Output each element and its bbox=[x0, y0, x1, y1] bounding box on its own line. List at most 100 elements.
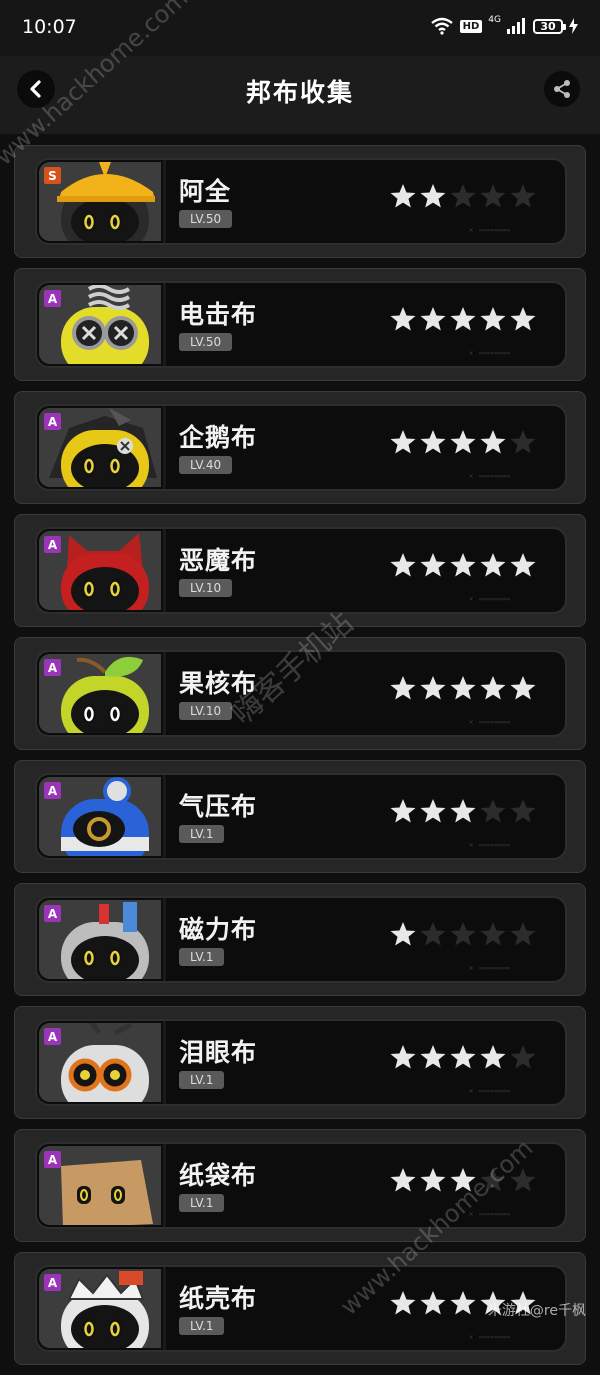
rank-badge: A bbox=[44, 413, 61, 430]
bangboo-portrait: A bbox=[39, 285, 161, 364]
star-filled-icon bbox=[420, 307, 446, 331]
bangboo-card-inner: A 恶魔布 LV.10 ✕ ▭▭▭▭▭▭ bbox=[35, 527, 567, 614]
bangboo-card[interactable]: A 气压布 LV.1 ✕ ▭▭▭▭▭▭ bbox=[14, 760, 586, 873]
rank-badge: A bbox=[44, 1274, 61, 1291]
star-filled-icon bbox=[510, 307, 536, 331]
star-empty-icon bbox=[450, 922, 476, 946]
bangboo-card[interactable]: A 恶魔布 LV.10 ✕ ▭▭▭▭▭▭ bbox=[14, 514, 586, 627]
share-icon bbox=[554, 80, 570, 98]
network-label: 4G bbox=[488, 15, 501, 25]
portrait-divider bbox=[163, 1021, 166, 1104]
bangboo-list: S 阿全 LV.50 ✕ ▭▭▭▭▭▭ A 电击布 LV.50 ✕ ▭▭▭▭▭▭… bbox=[14, 145, 586, 1375]
status-icons: HD 4G 30 bbox=[430, 15, 578, 35]
star-filled-icon bbox=[480, 430, 506, 454]
bangboo-portrait: A bbox=[39, 654, 161, 733]
bangboo-card[interactable]: A 电击布 LV.50 ✕ ▭▭▭▭▭▭ bbox=[14, 268, 586, 381]
rank-badge: A bbox=[44, 1151, 61, 1168]
portrait-divider bbox=[163, 898, 166, 981]
star-empty-icon bbox=[480, 922, 506, 946]
star-filled-icon bbox=[480, 553, 506, 577]
star-filled-icon bbox=[390, 307, 416, 331]
star-filled-icon bbox=[480, 1045, 506, 1069]
app-header: 邦布收集 bbox=[0, 56, 600, 134]
rank-badge: A bbox=[44, 659, 61, 676]
star-filled-icon bbox=[450, 1168, 476, 1192]
star-filled-icon bbox=[510, 676, 536, 700]
bangboo-level: LV.50 bbox=[179, 333, 233, 351]
decorative-pattern: ✕ ▭▭▭▭▭▭ bbox=[469, 841, 511, 849]
star-filled-icon bbox=[420, 676, 446, 700]
share-button[interactable] bbox=[544, 71, 580, 107]
star-filled-icon bbox=[420, 184, 446, 208]
bangboo-level: LV.50 bbox=[179, 210, 233, 228]
bangboo-level: LV.1 bbox=[179, 1317, 225, 1335]
star-filled-icon bbox=[420, 1168, 446, 1192]
portrait-divider bbox=[163, 283, 166, 366]
star-rating bbox=[389, 797, 537, 825]
star-rating bbox=[389, 551, 537, 579]
bangboo-card[interactable]: A 纸袋布 LV.1 ✕ ▭▭▭▭▭▭ bbox=[14, 1129, 586, 1242]
bangboo-card[interactable]: A 泪眼布 LV.1 ✕ ▭▭▭▭▭▭ bbox=[14, 1006, 586, 1119]
star-filled-icon bbox=[450, 553, 476, 577]
charging-icon bbox=[569, 18, 578, 34]
bangboo-name: 电击布 bbox=[179, 300, 258, 329]
decorative-pattern: ✕ ▭▭▭▭▭▭ bbox=[469, 595, 511, 603]
star-filled-icon bbox=[510, 553, 536, 577]
bangboo-card[interactable]: A 磁力布 LV.1 ✕ ▭▭▭▭▭▭ bbox=[14, 883, 586, 996]
bangboo-name: 阿全 bbox=[179, 177, 232, 206]
bangboo-card[interactable]: A 果核布 LV.10 ✕ ▭▭▭▭▭▭ bbox=[14, 637, 586, 750]
star-empty-icon bbox=[480, 184, 506, 208]
decorative-pattern: ✕ ▭▭▭▭▭▭ bbox=[469, 226, 511, 234]
bangboo-card-inner: A 电击布 LV.50 ✕ ▭▭▭▭▭▭ bbox=[35, 281, 567, 368]
bangboo-card-inner: A 果核布 LV.10 ✕ ▭▭▭▭▭▭ bbox=[35, 650, 567, 737]
star-filled-icon bbox=[450, 1045, 476, 1069]
bangboo-card[interactable]: A 企鹅布 LV.40 ✕ ▭▭▭▭▭▭ bbox=[14, 391, 586, 504]
bangboo-card-inner: A 纸袋布 LV.1 ✕ ▭▭▭▭▭▭ bbox=[35, 1142, 567, 1229]
star-filled-icon bbox=[390, 1291, 416, 1315]
star-filled-icon bbox=[450, 676, 476, 700]
bangboo-level: LV.10 bbox=[179, 579, 233, 597]
bangboo-name: 磁力布 bbox=[179, 915, 258, 944]
decorative-pattern: ✕ ▭▭▭▭▭▭ bbox=[469, 1333, 511, 1341]
bangboo-name: 恶魔布 bbox=[179, 546, 258, 575]
bangboo-name: 果核布 bbox=[179, 669, 258, 698]
star-filled-icon bbox=[420, 1045, 446, 1069]
bangboo-level: LV.1 bbox=[179, 1071, 225, 1089]
status-bar: 10:07 HD 4G 30 bbox=[0, 0, 600, 56]
star-empty-icon bbox=[480, 799, 506, 823]
bangboo-portrait: A bbox=[39, 531, 161, 610]
star-filled-icon bbox=[420, 799, 446, 823]
bangboo-level: LV.1 bbox=[179, 1194, 225, 1212]
star-empty-icon bbox=[510, 1168, 536, 1192]
star-filled-icon bbox=[480, 676, 506, 700]
rank-badge: A bbox=[44, 1028, 61, 1045]
star-filled-icon bbox=[420, 1291, 446, 1315]
bangboo-portrait: A bbox=[39, 408, 161, 487]
rank-badge: A bbox=[44, 290, 61, 307]
decorative-pattern: ✕ ▭▭▭▭▭▭ bbox=[469, 1087, 511, 1095]
bangboo-card-inner: A 企鹅布 LV.40 ✕ ▭▭▭▭▭▭ bbox=[35, 404, 567, 491]
bangboo-portrait: A bbox=[39, 1146, 161, 1225]
bangboo-portrait: A bbox=[39, 1269, 161, 1348]
battery-indicator: 30 bbox=[533, 18, 566, 34]
star-filled-icon bbox=[420, 553, 446, 577]
bangboo-card[interactable]: S 阿全 LV.50 ✕ ▭▭▭▭▭▭ bbox=[14, 145, 586, 258]
star-rating bbox=[389, 920, 537, 948]
star-filled-icon bbox=[480, 307, 506, 331]
bangboo-name: 气压布 bbox=[179, 792, 258, 821]
decorative-pattern: ✕ ▭▭▭▭▭▭ bbox=[469, 964, 511, 972]
decorative-pattern: ✕ ▭▭▭▭▭▭ bbox=[469, 1210, 511, 1218]
star-empty-icon bbox=[510, 184, 536, 208]
portrait-divider bbox=[163, 160, 166, 243]
bangboo-name: 纸壳布 bbox=[179, 1284, 258, 1313]
star-rating bbox=[389, 674, 537, 702]
star-empty-icon bbox=[420, 922, 446, 946]
decorative-pattern: ✕ ▭▭▭▭▭▭ bbox=[469, 472, 511, 480]
star-rating bbox=[389, 182, 537, 210]
bangboo-name: 企鹅布 bbox=[179, 423, 258, 452]
star-filled-icon bbox=[450, 430, 476, 454]
star-filled-icon bbox=[450, 799, 476, 823]
portrait-divider bbox=[163, 652, 166, 735]
star-rating bbox=[389, 1043, 537, 1071]
star-filled-icon bbox=[390, 1168, 416, 1192]
